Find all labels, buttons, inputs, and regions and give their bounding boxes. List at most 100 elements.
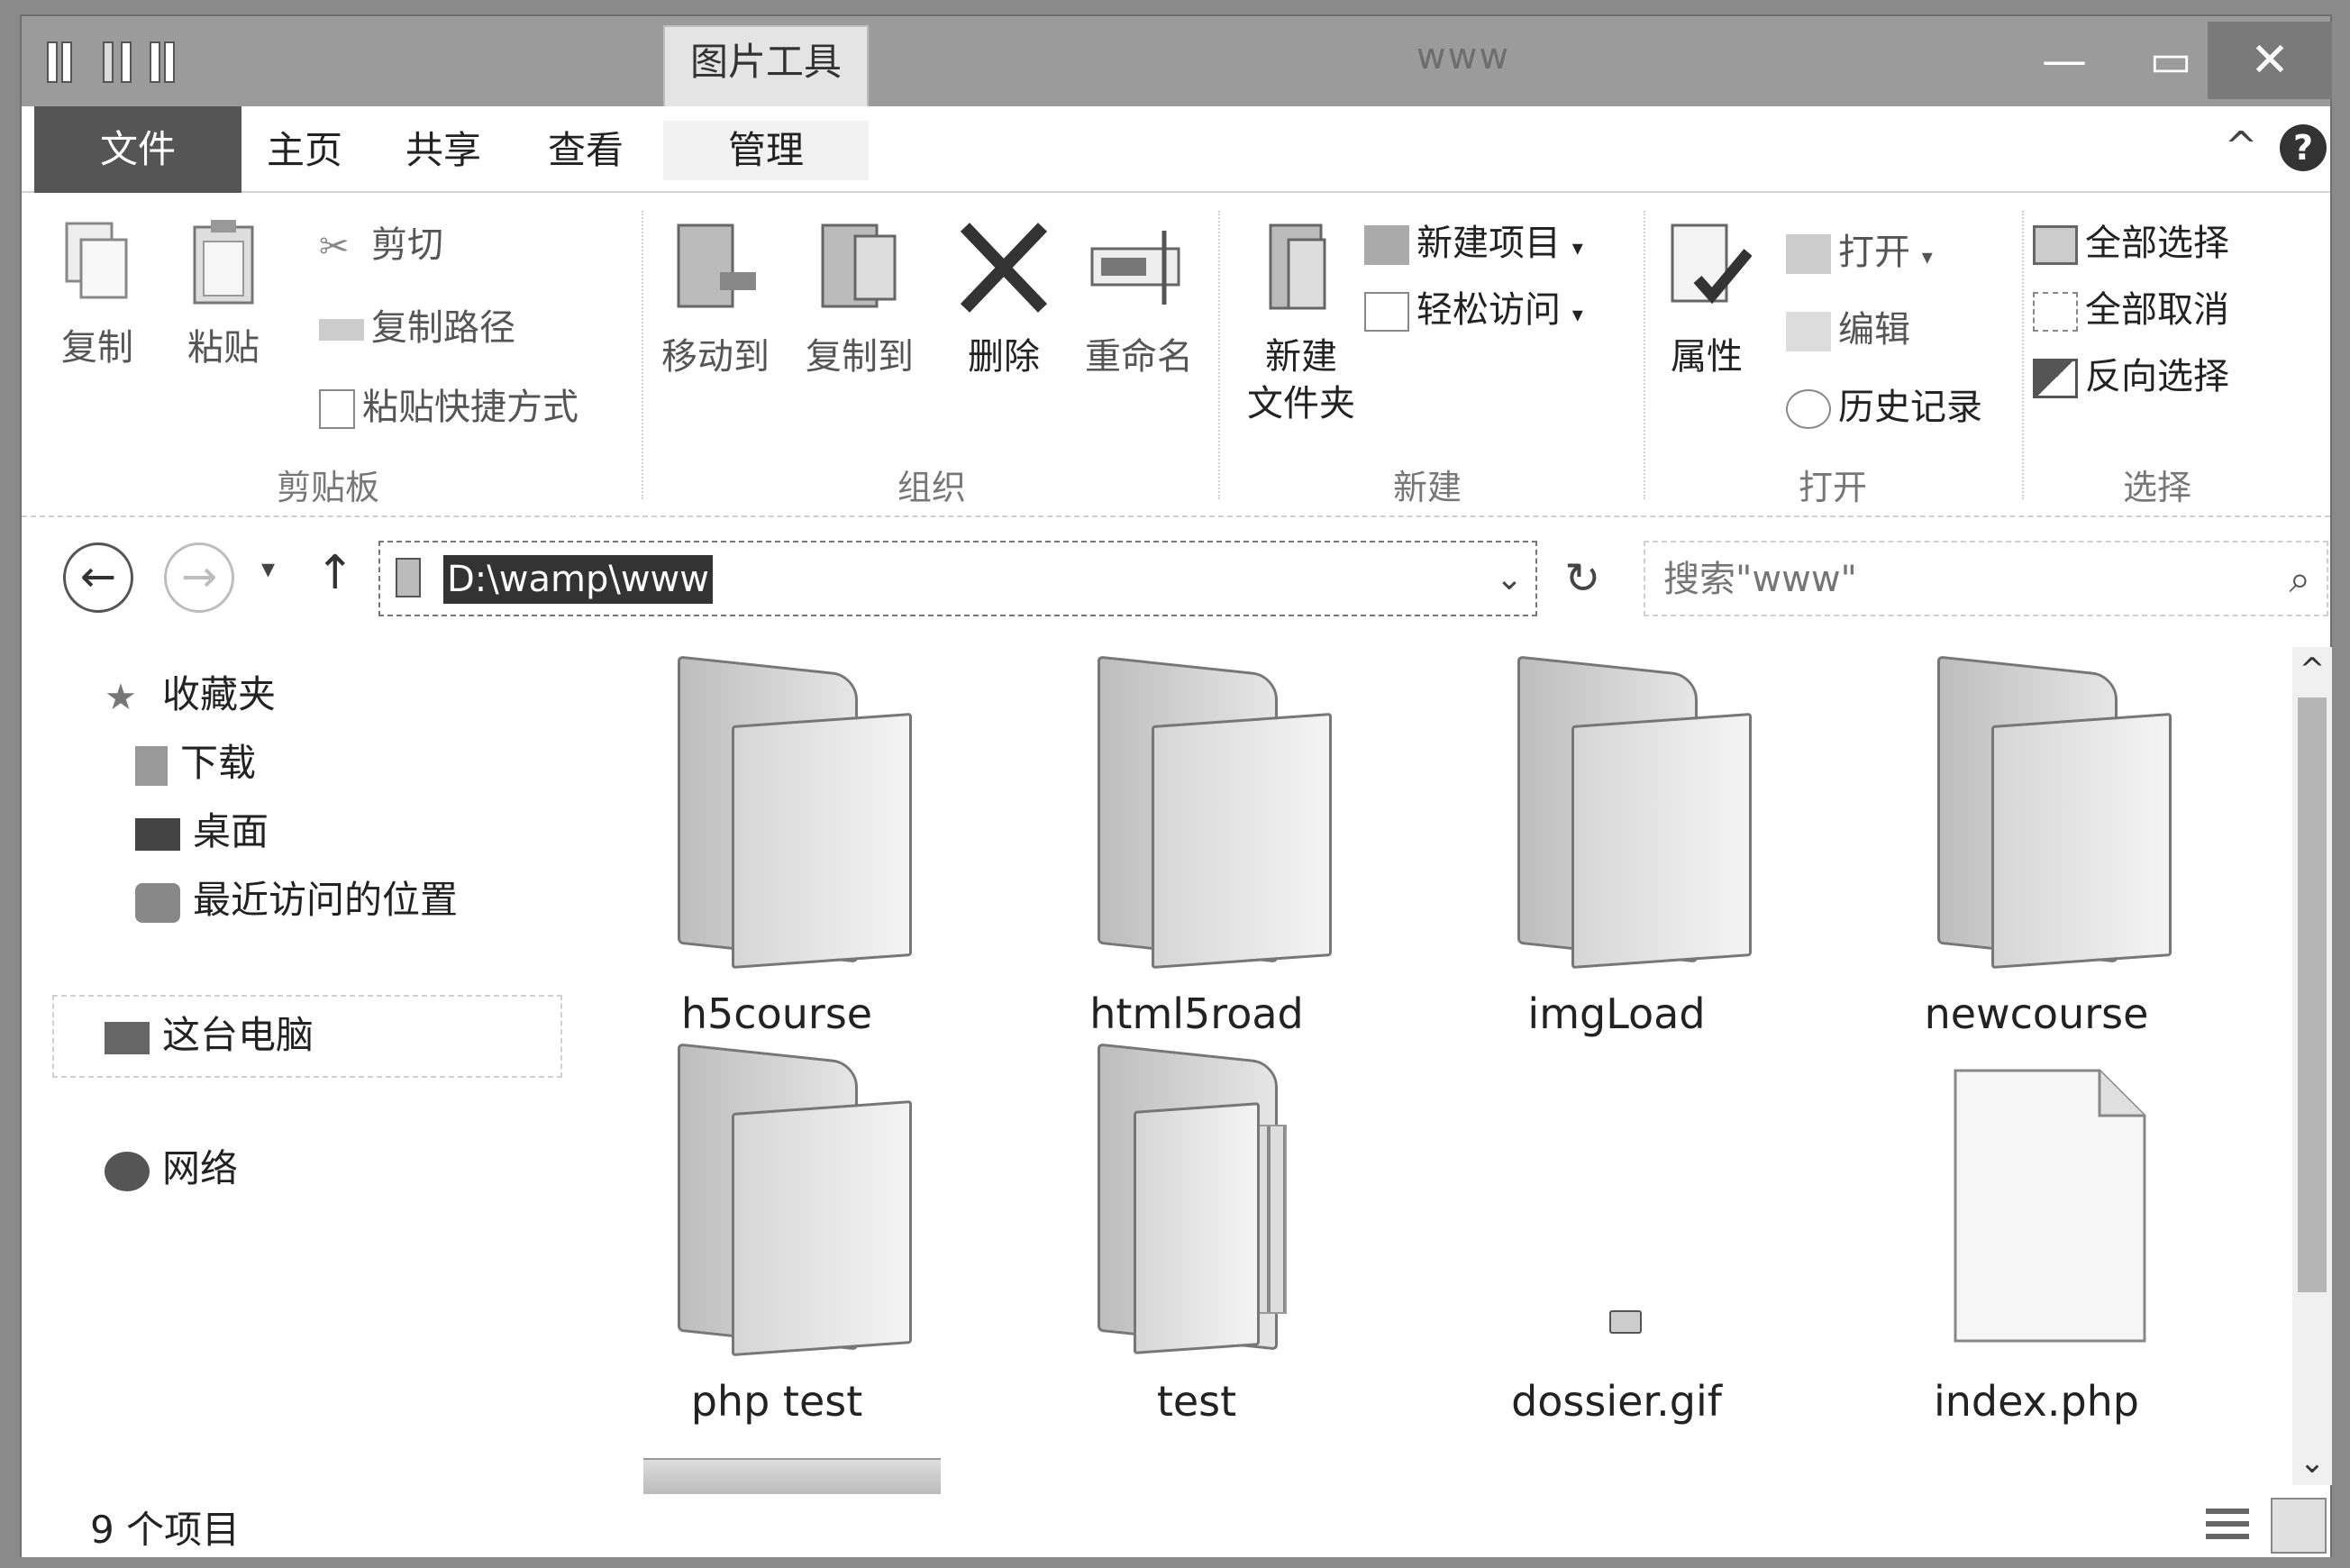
scroll-up-icon[interactable]: ^ (2292, 647, 2332, 692)
paste-shortcut-icon (319, 389, 355, 429)
collapse-ribbon-icon[interactable]: ^ (2220, 126, 2262, 168)
tab-view[interactable]: 查看 (535, 121, 636, 180)
help-icon[interactable]: ? (2280, 124, 2327, 171)
select-none-button[interactable]: 全部取消 (2033, 285, 2229, 335)
scissors-icon: ✂ (319, 226, 350, 268)
downloads-icon (135, 745, 168, 786)
copy-path-button[interactable]: 复制路径 (319, 303, 515, 353)
new-folder-quick-icon[interactable] (99, 41, 135, 87)
scroll-down-icon[interactable]: ⌄ (2292, 1440, 2332, 1485)
list-item[interactable]: html5road (1052, 655, 1341, 1053)
nav-item-network[interactable]: 网络 (105, 1139, 238, 1199)
organize-group-label: 组织 (897, 468, 966, 507)
move-to-button[interactable]: 移动到 (652, 218, 779, 382)
properties-button[interactable]: 属性 (1653, 218, 1761, 382)
ribbon-tab-bar: 文件 主页 共享 查看 管理 ^ ? (22, 106, 2330, 193)
invert-selection-label: 反向选择 (2085, 356, 2229, 397)
invert-selection-button[interactable]: 反向选择 (2033, 351, 2229, 402)
paste-button[interactable]: 粘贴 (180, 218, 267, 373)
nav-item-recent[interactable]: 最近访问的位置 (135, 871, 458, 930)
copy-to-button[interactable]: 复制到 (797, 218, 923, 382)
vertical-scrollbar[interactable]: ^ ⌄ (2292, 647, 2332, 1485)
cut-button[interactable]: ✂ 剪切 (319, 220, 443, 270)
delete-x-icon (960, 223, 1048, 313)
delete-button[interactable]: 删除 (950, 218, 1058, 382)
list-item[interactable]: index.php (1892, 1053, 2181, 1440)
paste-label: 粘贴 (187, 327, 260, 369)
search-icon[interactable]: ⌕ (2289, 557, 2310, 602)
copy-label: 复制 (61, 327, 133, 369)
arrow-up-icon: ↑ (315, 546, 355, 600)
search-box[interactable]: ⌕ (1644, 541, 2328, 616)
folder-icon (396, 558, 421, 597)
properties-label: 属性 (1671, 336, 1743, 378)
new-item-label: 新建项目 (1416, 223, 1561, 264)
chevron-down-icon: ▾ (1571, 235, 1583, 260)
image-file-icon (1517, 1053, 1734, 1359)
nav-item-favorites[interactable]: ★ 收藏夹 (105, 665, 276, 725)
copy-button[interactable]: 复制 (54, 218, 141, 373)
nav-item-desktop[interactable]: 桌面 (135, 802, 269, 861)
list-item[interactable]: imgLoad (1472, 655, 1761, 1053)
tab-home[interactable]: 主页 (254, 121, 355, 180)
folder-icon (1098, 1043, 1314, 1359)
list-item[interactable]: test (1052, 1043, 1341, 1440)
forward-button[interactable]: → (164, 542, 234, 613)
history-button[interactable]: 历史记录 (1786, 382, 1982, 433)
list-item[interactable]: php test (633, 1043, 921, 1440)
star-icon: ★ (105, 676, 137, 718)
list-item[interactable]: newcourse (1892, 655, 2181, 1053)
edit-icon (1786, 312, 1831, 351)
recent-locations-dropdown[interactable]: ▾ (261, 553, 275, 585)
properties-quick-icon[interactable] (45, 41, 81, 87)
nav-item-downloads[interactable]: 下载 (135, 734, 256, 793)
search-input[interactable] (1663, 555, 2240, 604)
rename-button[interactable]: 重命名 (1076, 218, 1202, 382)
tab-file[interactable]: 文件 (34, 106, 241, 193)
details-view-icon[interactable] (2202, 1501, 2253, 1550)
tab-manage[interactable]: 管理 (663, 121, 869, 180)
ribbon-separator (1218, 211, 1220, 499)
list-item[interactable] (643, 1458, 941, 1494)
properties-check-icon (1671, 223, 1753, 305)
large-icons-view-icon[interactable] (2271, 1498, 2327, 1554)
paste-shortcut-button[interactable]: 粘贴快捷方式 (319, 382, 578, 433)
edit-button[interactable]: 编辑 (1786, 305, 1910, 355)
refresh-icon[interactable]: ↻ (1564, 553, 1600, 604)
new-item-button[interactable]: 新建项目 ▾ (1364, 218, 1583, 269)
close-button[interactable]: ✕ (2208, 22, 2332, 99)
ribbon-separator (1644, 211, 1645, 499)
nav-item-this-pc[interactable]: 这台电脑 (105, 1006, 314, 1065)
minimize-button[interactable]: — (2011, 22, 2118, 99)
list-item[interactable]: h5course (633, 655, 921, 1053)
customize-quick-icon[interactable] (148, 41, 184, 87)
item-name: dossier.gif (1511, 1377, 1722, 1426)
explorer-window: 图片工具 www — ▭ ✕ 文件 主页 共享 查看 管理 ^ ? 复制 粘贴 … (20, 14, 2332, 1557)
chevron-down-icon[interactable]: ⌄ (1496, 555, 1523, 604)
easy-access-button[interactable]: 轻松访问 ▾ (1364, 285, 1583, 335)
address-bar-row: ← → ▾ ↑ D:\wamp\www ⌄ ↻ ⌕ (22, 521, 2330, 629)
nav-item-label: 下载 (180, 741, 257, 785)
cut-label: 剪切 (371, 224, 443, 266)
open-button[interactable]: 打开 ▾ (1786, 227, 1933, 278)
status-bar: 9 个项目 (22, 1494, 2330, 1557)
picture-tools-context-label: 图片工具 (663, 25, 869, 115)
select-all-button[interactable]: 全部选择 (2033, 218, 2229, 269)
item-name: test (1156, 1377, 1237, 1426)
edit-label: 编辑 (1838, 309, 1910, 351)
select-group-label: 选择 (2122, 468, 2191, 507)
back-button[interactable]: ← (63, 542, 133, 613)
list-item[interactable]: dossier.gif (1472, 1053, 1761, 1440)
address-field[interactable]: D:\wamp\www ⌄ (378, 541, 1537, 616)
up-button[interactable]: ↑ (315, 546, 355, 600)
address-path: D:\wamp\www (443, 555, 713, 604)
new-folder-button[interactable]: 新建 文件夹 (1229, 218, 1373, 429)
new-folder-icon (1269, 223, 1326, 310)
copy-path-label: 复制路径 (371, 307, 515, 349)
scroll-thumb[interactable] (2298, 697, 2327, 1292)
select-none-icon (2033, 292, 2078, 332)
tab-share[interactable]: 共享 (393, 121, 494, 180)
open-icon (1786, 234, 1831, 274)
item-name: index.php (1933, 1377, 2140, 1426)
easy-access-label: 轻松访问 (1416, 289, 1561, 331)
